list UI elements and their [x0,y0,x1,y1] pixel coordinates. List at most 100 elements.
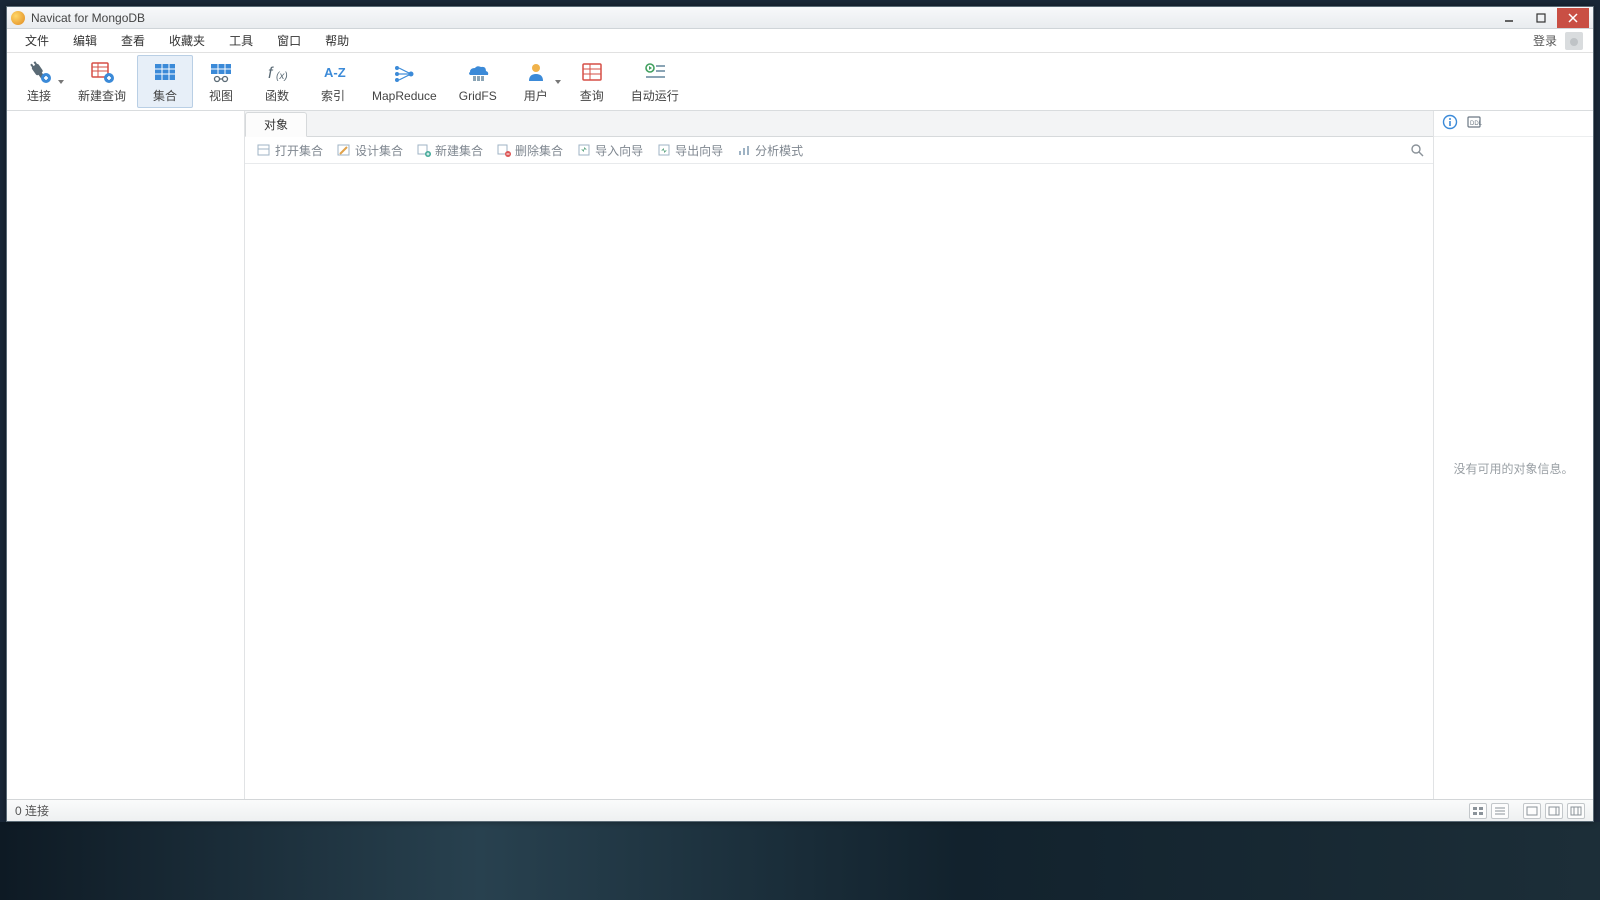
new-icon [417,143,431,157]
chevron-down-icon [555,80,561,84]
mapreduce-icon [391,63,417,85]
menu-edit[interactable]: 编辑 [61,29,109,53]
status-text: 0 连接 [15,802,49,819]
main-area: 对象 打开集合 设计集合 新建集合 删除集合 导入向导 导出向导 分析模式 [245,111,1433,799]
new-query-button[interactable]: 新建查询 [67,55,137,108]
function-label: 函数 [265,87,289,104]
view-button[interactable]: 视图 [193,55,249,108]
menu-fav[interactable]: 收藏夹 [157,29,217,53]
app-window: Navicat for MongoDB 文件 编辑 查看 收藏夹 工具 窗口 帮… [6,6,1594,822]
panel-layout-1[interactable] [1523,803,1541,819]
object-toolbar: 打开集合 设计集合 新建集合 删除集合 导入向导 导出向导 分析模式 [245,137,1433,164]
new-query-icon [89,61,115,83]
info-icon[interactable] [1442,114,1458,133]
panel-layout-3[interactable] [1567,803,1585,819]
close-icon [1568,13,1578,23]
export-wizard-button[interactable]: 导出向导 [651,139,729,162]
query-icon [579,61,605,83]
chevron-down-icon [58,80,64,84]
autorun-button[interactable]: 自动运行 [620,55,690,108]
menu-file[interactable]: 文件 [13,29,61,53]
gridfs-icon [465,63,491,85]
view-icons-button[interactable] [1469,803,1487,819]
user-button[interactable]: 用户 [508,55,564,108]
collection-button[interactable]: 集合 [137,55,193,108]
object-list-area[interactable] [245,164,1433,799]
maximize-button[interactable] [1525,8,1557,28]
search-button[interactable] [1409,142,1425,158]
ddl-icon[interactable]: DDL [1466,114,1482,133]
menubar: 文件 编辑 查看 收藏夹 工具 窗口 帮助 登录 [7,29,1593,53]
new-collection-button[interactable]: 新建集合 [411,139,489,162]
query-button[interactable]: 查询 [564,55,620,108]
import-wizard-label: 导入向导 [595,142,643,159]
gridfs-label: GridFS [459,89,497,103]
user-icon [523,61,549,83]
tab-objects-label: 对象 [264,116,288,133]
delete-collection-button[interactable]: 删除集合 [491,139,569,162]
statusbar: 0 连接 [7,799,1593,821]
delete-icon [497,143,511,157]
main-toolbar: 连接 新建查询 集合 视图 f(x) 函数 [7,53,1593,111]
tabstrip: 对象 [245,111,1433,137]
window-title: Navicat for MongoDB [31,11,145,25]
view-icon [208,61,234,83]
menu-window[interactable]: 窗口 [265,29,313,53]
maximize-icon [1536,13,1546,23]
plug-icon [26,61,52,83]
connection-tree[interactable] [7,111,245,799]
autorun-label: 自动运行 [631,87,679,104]
panel-layout-2[interactable] [1545,803,1563,819]
svg-text:A-Z: A-Z [324,65,346,80]
login-link[interactable]: 登录 [1533,32,1557,49]
autorun-icon [642,61,668,83]
analyze-button[interactable]: 分析模式 [731,139,809,162]
connect-label: 连接 [27,87,51,104]
search-icon [1410,143,1424,157]
minimize-button[interactable] [1493,8,1525,28]
close-button[interactable] [1557,8,1589,28]
menu-help[interactable]: 帮助 [313,29,361,53]
analyze-label: 分析模式 [755,142,803,159]
mapreduce-label: MapReduce [372,89,437,103]
menu-tools[interactable]: 工具 [217,29,265,53]
design-icon [337,143,351,157]
design-collection-button[interactable]: 设计集合 [331,139,409,162]
table-icon [152,61,178,83]
info-panel: DDL 没有可用的对象信息。 [1433,111,1593,799]
menu-view[interactable]: 查看 [109,29,157,53]
svg-text:f: f [268,65,274,82]
mapreduce-button[interactable]: MapReduce [361,55,448,108]
view-list-button[interactable] [1491,803,1509,819]
new-collection-label: 新建集合 [435,142,483,159]
collection-label: 集合 [153,87,177,104]
minimize-icon [1504,13,1514,23]
connect-button[interactable]: 连接 [11,55,67,108]
index-label: 索引 [321,87,345,104]
open-collection-label: 打开集合 [275,142,323,159]
gridfs-button[interactable]: GridFS [448,55,508,108]
avatar-icon[interactable] [1565,32,1583,50]
query-label: 查询 [580,87,604,104]
new-query-label: 新建查询 [78,87,126,104]
view-label: 视图 [209,87,233,104]
export-wizard-label: 导出向导 [675,142,723,159]
svg-text:DDL: DDL [1470,121,1482,127]
user-label: 用户 [524,87,548,104]
open-icon [257,143,271,157]
tab-objects[interactable]: 对象 [245,112,307,137]
index-button[interactable]: A-Z 索引 [305,55,361,108]
window-controls [1493,8,1589,28]
export-icon [657,143,671,157]
chart-icon [737,143,751,157]
function-button[interactable]: f(x) 函数 [249,55,305,108]
open-collection-button[interactable]: 打开集合 [251,139,329,162]
titlebar: Navicat for MongoDB [7,7,1593,29]
import-wizard-button[interactable]: 导入向导 [571,139,649,162]
function-icon: f(x) [264,61,290,83]
import-icon [577,143,591,157]
delete-collection-label: 删除集合 [515,142,563,159]
app-icon [11,11,25,25]
desktop-background [0,822,1600,900]
svg-text:(x): (x) [276,71,288,82]
